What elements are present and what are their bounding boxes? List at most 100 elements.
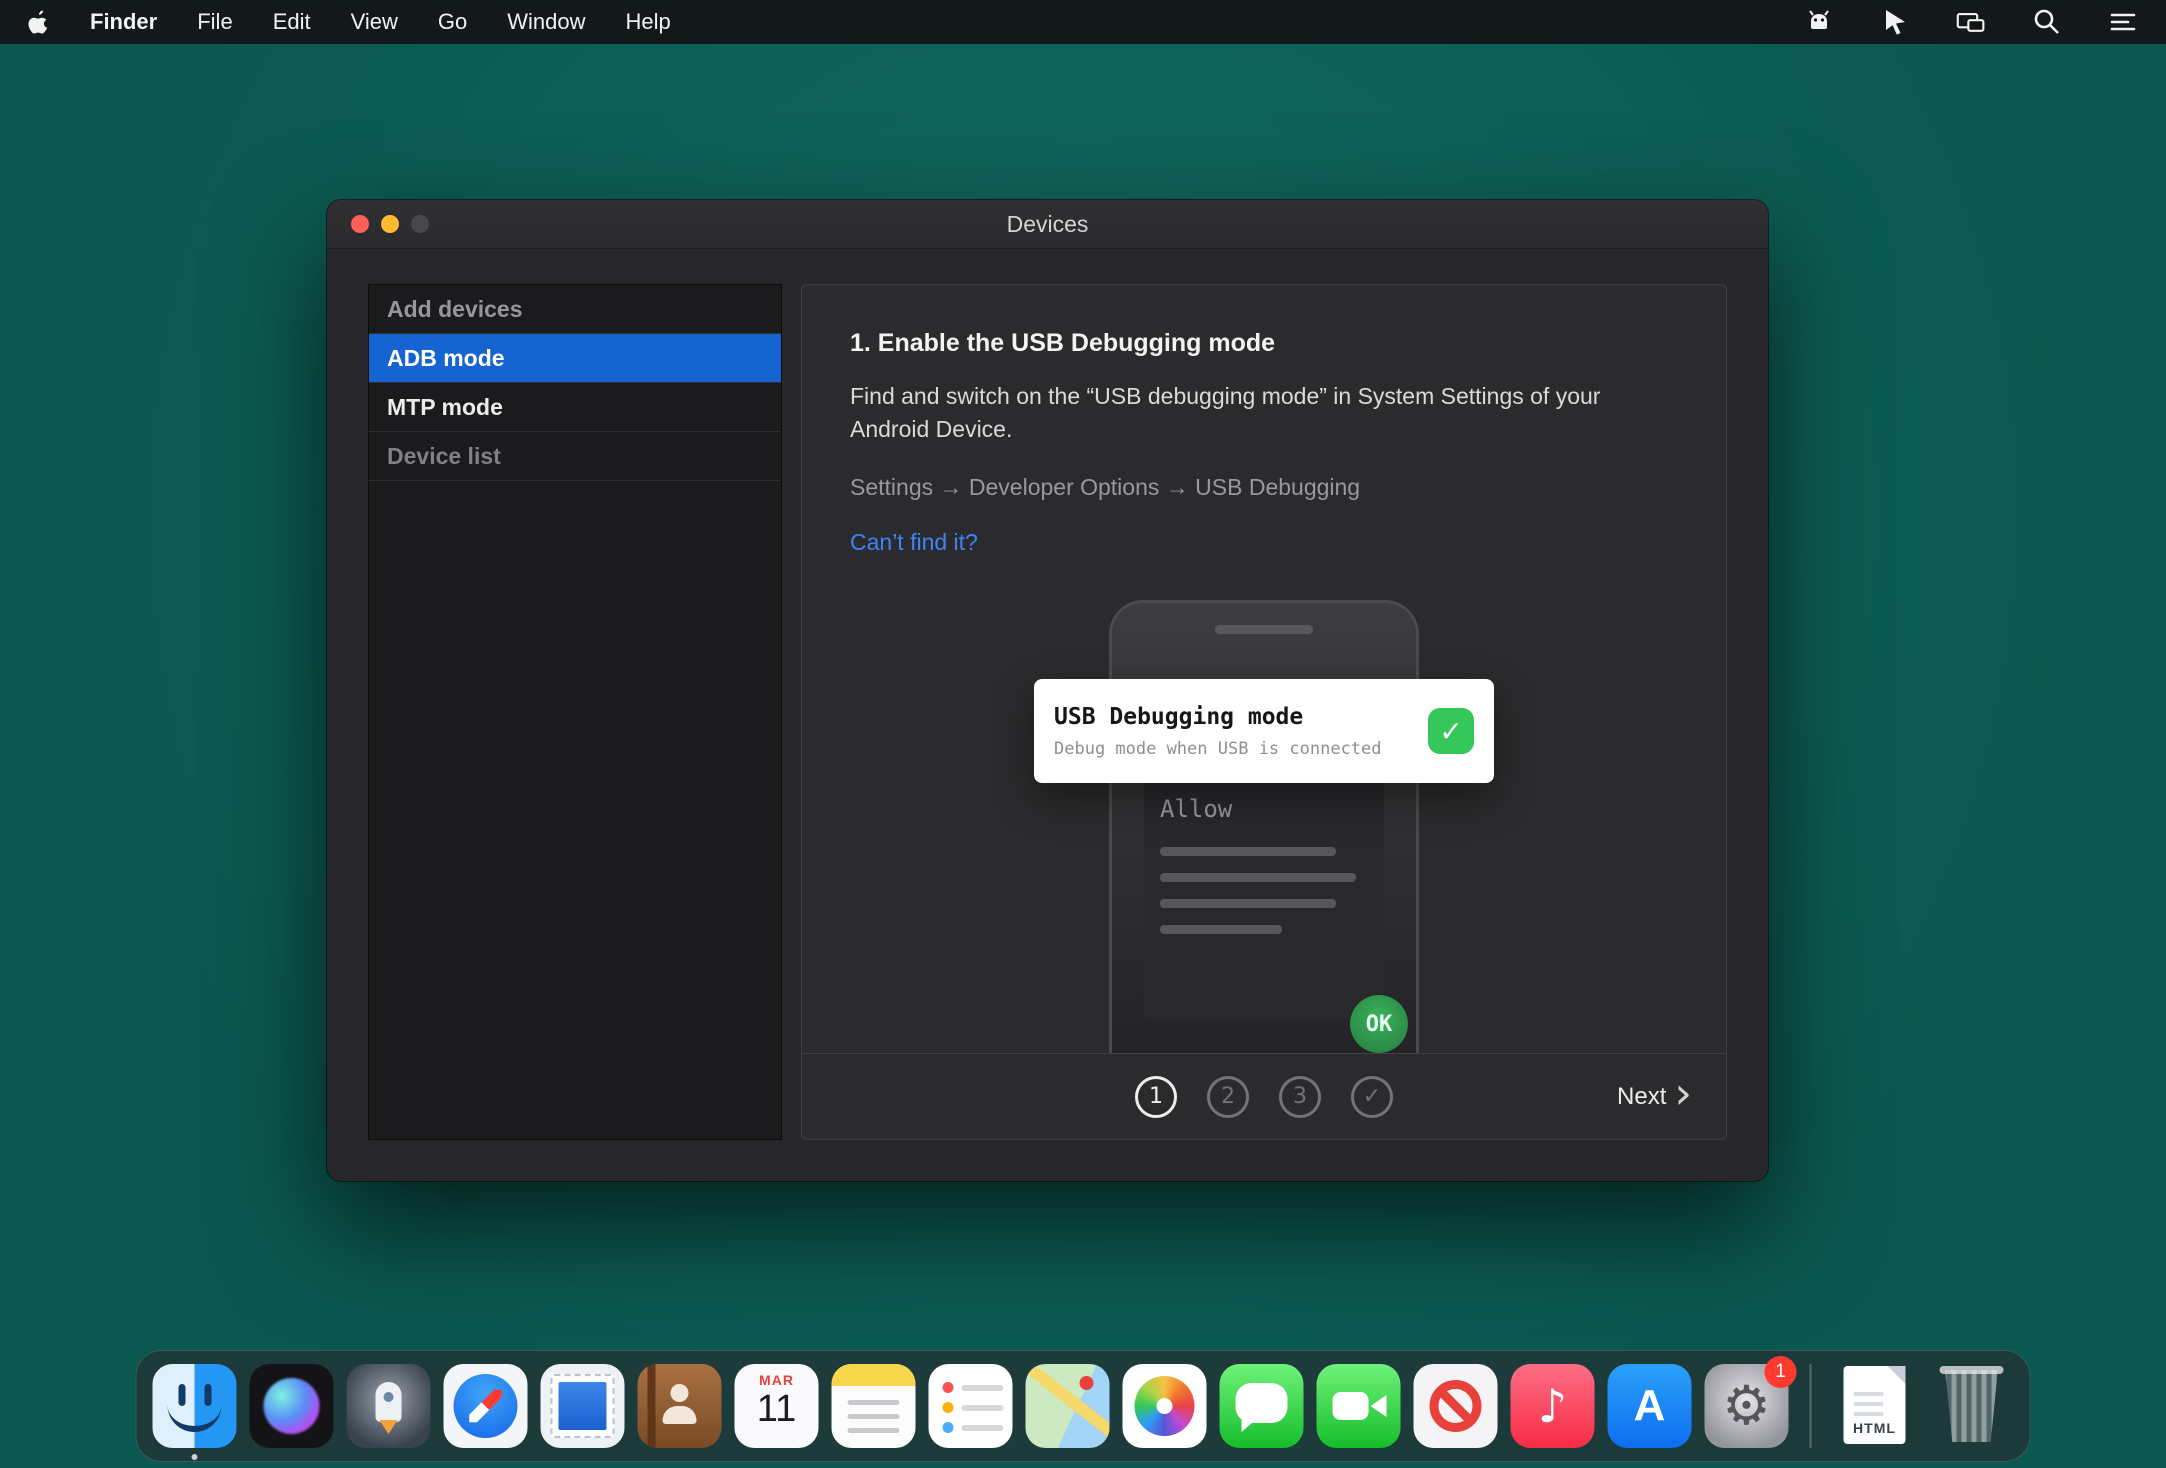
step-description: Find and switch on the “USB debugging mo… — [850, 380, 1650, 446]
zoom-button-disabled — [411, 215, 429, 233]
mail-icon — [541, 1364, 625, 1448]
dock-item-photos[interactable] — [1123, 1364, 1207, 1448]
notification-badge: 1 — [1765, 1356, 1797, 1388]
calendar-day: 11 — [735, 1388, 819, 1431]
music-icon: ♪ — [1511, 1364, 1595, 1448]
search-icon[interactable] — [2032, 7, 2062, 37]
desktop: Finder File Edit View Go Window Help — [0, 0, 2166, 1468]
maps-icon — [1026, 1364, 1110, 1448]
menu-item-window[interactable]: Window — [507, 9, 585, 35]
music-note-glyph: ♪ — [1538, 1379, 1567, 1433]
cursor-icon[interactable] — [1880, 7, 1910, 37]
menu-lines-icon[interactable] — [2108, 7, 2138, 37]
dock-item-launchpad[interactable] — [347, 1364, 431, 1448]
dock-item-finder[interactable] — [153, 1364, 237, 1448]
menu-item-edit[interactable]: Edit — [273, 9, 311, 35]
dock-item-notes[interactable] — [832, 1364, 916, 1448]
menu-item-view[interactable]: View — [351, 9, 398, 35]
step-indicator-1: 1 — [1135, 1076, 1177, 1118]
display-mirroring-icon[interactable] — [1956, 7, 1986, 37]
allow-label: Allow — [1160, 795, 1368, 823]
wizard-footer: 1 2 3 ✓ Next › — [802, 1053, 1726, 1139]
close-button[interactable] — [351, 215, 369, 233]
phone-speaker — [1215, 625, 1313, 634]
dock-item-trash[interactable] — [1930, 1364, 2014, 1448]
messages-icon — [1220, 1364, 1304, 1448]
chevron-right-icon: › — [1674, 1079, 1692, 1109]
settings-path: Settings → Developer Options → USB Debug… — [850, 474, 1682, 501]
calendar-month: MAR — [735, 1372, 819, 1388]
minimize-button[interactable] — [381, 215, 399, 233]
sidebar: Add devices ADB mode MTP mode Device lis… — [368, 284, 782, 1140]
apple-menu-icon[interactable] — [28, 9, 50, 35]
android-device-icon[interactable] — [1804, 7, 1834, 37]
dock-item-messages[interactable] — [1220, 1364, 1304, 1448]
dock-item-siri[interactable] — [250, 1364, 334, 1448]
step-indicator-3: 3 — [1279, 1076, 1321, 1118]
main-panel: 1. Enable the USB Debugging mode Find an… — [801, 284, 1727, 1140]
checkbox-checked-icon: ✓ — [1428, 708, 1474, 754]
notes-icon — [832, 1364, 916, 1448]
dock-separator — [1810, 1364, 1812, 1448]
dock-item-calendar[interactable]: MAR 11 — [735, 1364, 819, 1448]
text-line-placeholder — [1160, 847, 1336, 856]
safari-icon — [444, 1364, 528, 1448]
text-line-placeholder — [1160, 925, 1282, 934]
devices-window: Devices Add devices ADB mode MTP mode De… — [327, 200, 1768, 1181]
cant-find-it-link[interactable]: Can’t find it? — [850, 529, 978, 556]
dock-item-blocked-app[interactable] — [1414, 1364, 1498, 1448]
text-line-placeholder — [1160, 899, 1336, 908]
card-subtitle: Debug mode when USB is connected — [1054, 739, 1428, 759]
menu-item-file[interactable]: File — [197, 9, 232, 35]
facetime-icon — [1317, 1364, 1401, 1448]
menu-item-go[interactable]: Go — [438, 9, 467, 35]
sidebar-item-add-devices: Add devices — [369, 285, 781, 334]
dock-item-maps[interactable] — [1026, 1364, 1110, 1448]
phone-illustration: Allow OK — [1109, 600, 1419, 1083]
calendar-icon: MAR 11 — [735, 1364, 819, 1448]
reminders-icon — [929, 1364, 1013, 1448]
trash-icon — [1930, 1364, 2014, 1448]
running-indicator — [192, 1454, 198, 1460]
html-doc-label: HTML — [1844, 1420, 1906, 1436]
siri-icon — [250, 1364, 334, 1448]
sidebar-item-mtp-mode[interactable]: MTP mode — [369, 383, 781, 432]
dock-item-mail[interactable] — [541, 1364, 625, 1448]
html-document-icon: HTML — [1833, 1364, 1917, 1448]
prohibition-icon — [1414, 1364, 1498, 1448]
step-indicator-done-icon: ✓ — [1351, 1076, 1393, 1118]
dock-item-app-store[interactable]: A — [1608, 1364, 1692, 1448]
dock-item-reminders[interactable] — [929, 1364, 1013, 1448]
finder-icon — [153, 1364, 237, 1448]
sidebar-item-adb-mode[interactable]: ADB mode — [369, 334, 781, 383]
sidebar-item-device-list[interactable]: Device list — [369, 432, 781, 481]
dock: MAR 11 — [136, 1350, 2031, 1462]
launchpad-icon — [347, 1364, 431, 1448]
app-store-glyph: A — [1634, 1381, 1666, 1431]
dock-item-facetime[interactable] — [1317, 1364, 1401, 1448]
next-label: Next — [1617, 1083, 1666, 1111]
window-titlebar[interactable]: Devices — [327, 200, 1768, 249]
phone-allow-dialog: Allow OK — [1144, 779, 1384, 1019]
menu-bar: Finder File Edit View Go Window Help — [0, 0, 2166, 44]
card-title: USB Debugging mode — [1054, 704, 1428, 730]
dock-item-system-preferences[interactable]: ⚙ 1 — [1705, 1364, 1789, 1448]
ok-button-illustration: OK — [1350, 995, 1408, 1053]
photos-icon — [1123, 1364, 1207, 1448]
dock-item-html-document[interactable]: HTML — [1833, 1364, 1917, 1448]
step-heading: 1. Enable the USB Debugging mode — [850, 329, 1682, 358]
step-indicator-2: 2 — [1207, 1076, 1249, 1118]
step-indicators: 1 2 3 ✓ — [1135, 1076, 1393, 1118]
gear-icon: ⚙ — [1722, 1379, 1770, 1433]
usb-debugging-card: USB Debugging mode Debug mode when USB i… — [1034, 679, 1494, 783]
dock-item-contacts[interactable] — [638, 1364, 722, 1448]
text-line-placeholder — [1160, 873, 1356, 882]
window-title: Devices — [1007, 211, 1089, 238]
dock-item-music[interactable]: ♪ — [1511, 1364, 1595, 1448]
next-button[interactable]: Next › — [1617, 1082, 1692, 1112]
app-store-icon: A — [1608, 1364, 1692, 1448]
contacts-icon — [638, 1364, 722, 1448]
dock-item-safari[interactable] — [444, 1364, 528, 1448]
menu-item-help[interactable]: Help — [626, 9, 671, 35]
menu-item-finder[interactable]: Finder — [90, 9, 157, 35]
